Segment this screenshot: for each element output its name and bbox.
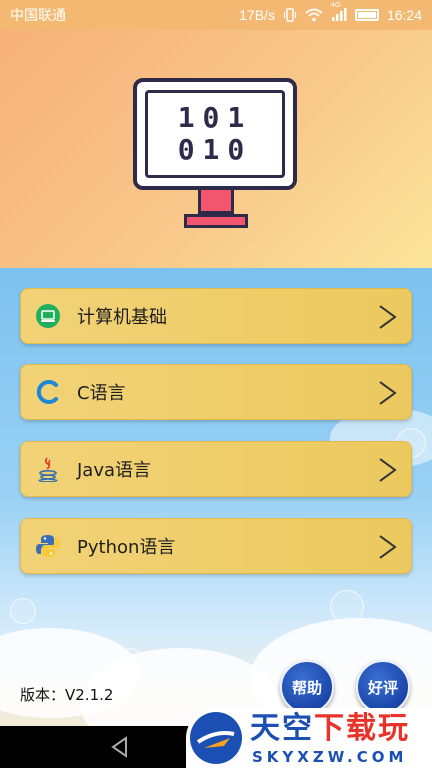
java-coffee-icon xyxy=(35,456,61,482)
menu-item-python[interactable]: Python语言 xyxy=(20,518,412,574)
wifi-icon xyxy=(305,8,323,22)
menu-label: Java语言 xyxy=(77,460,152,481)
carrier-label: 中国联通 xyxy=(10,7,66,23)
status-indicators: 17B/s 4G 16:24 xyxy=(239,2,422,23)
python-icon xyxy=(35,533,61,559)
chevron-right-icon xyxy=(379,458,397,482)
menu-label: C语言 xyxy=(77,383,126,404)
menu-item-java[interactable]: Java语言 xyxy=(20,441,412,497)
clock: 16:24 xyxy=(386,7,422,23)
network-type: 4G xyxy=(330,2,341,9)
site-watermark: 天空下载玩 SKYXZW.COM xyxy=(186,708,432,768)
monitor-stand-base xyxy=(184,214,248,228)
watermark-title-main: 天空 xyxy=(250,711,314,746)
bubble-decoration xyxy=(10,598,36,624)
network-speed: 17B/s xyxy=(239,7,275,23)
menu-item-c-language[interactable]: C语言 xyxy=(20,364,412,420)
monitor-screen: 101 010 xyxy=(145,90,285,178)
monitor-stand-neck xyxy=(198,190,234,214)
laptop-icon xyxy=(35,303,61,329)
bubble-decoration xyxy=(330,590,364,624)
bubble-decoration xyxy=(120,648,142,670)
c-language-icon xyxy=(35,379,61,405)
menu-label: 计算机基础 xyxy=(77,307,167,328)
status-bar: 中国联通 17B/s 4G 16:24 xyxy=(0,0,432,30)
chevron-right-icon xyxy=(379,535,397,559)
version-label: 版本：V2.1.2 xyxy=(20,686,114,704)
vibrate-icon xyxy=(283,8,297,22)
watermark-subtitle: SKYXZW.COM xyxy=(252,748,408,766)
menu-label: Python语言 xyxy=(77,537,176,558)
watermark-title: 天空下载玩 xyxy=(250,712,410,746)
menu-item-computer-basics[interactable]: 计算机基础 xyxy=(20,288,412,344)
chevron-right-icon xyxy=(379,381,397,405)
signal-icon: 4G xyxy=(331,2,347,22)
back-icon[interactable] xyxy=(108,735,132,759)
computer-monitor-icon: 101 010 xyxy=(133,78,297,190)
rate-button[interactable]: 好评 xyxy=(356,660,410,714)
hero-banner: 101 010 xyxy=(0,30,432,268)
chevron-right-icon xyxy=(379,305,397,329)
binary-line-2: 010 xyxy=(177,133,253,166)
binary-line-1: 101 xyxy=(177,101,253,134)
watermark-title-accent: 下载玩 xyxy=(314,711,410,746)
watermark-logo-icon xyxy=(190,712,242,764)
help-button[interactable]: 帮助 xyxy=(280,660,334,714)
battery-icon xyxy=(354,9,379,21)
